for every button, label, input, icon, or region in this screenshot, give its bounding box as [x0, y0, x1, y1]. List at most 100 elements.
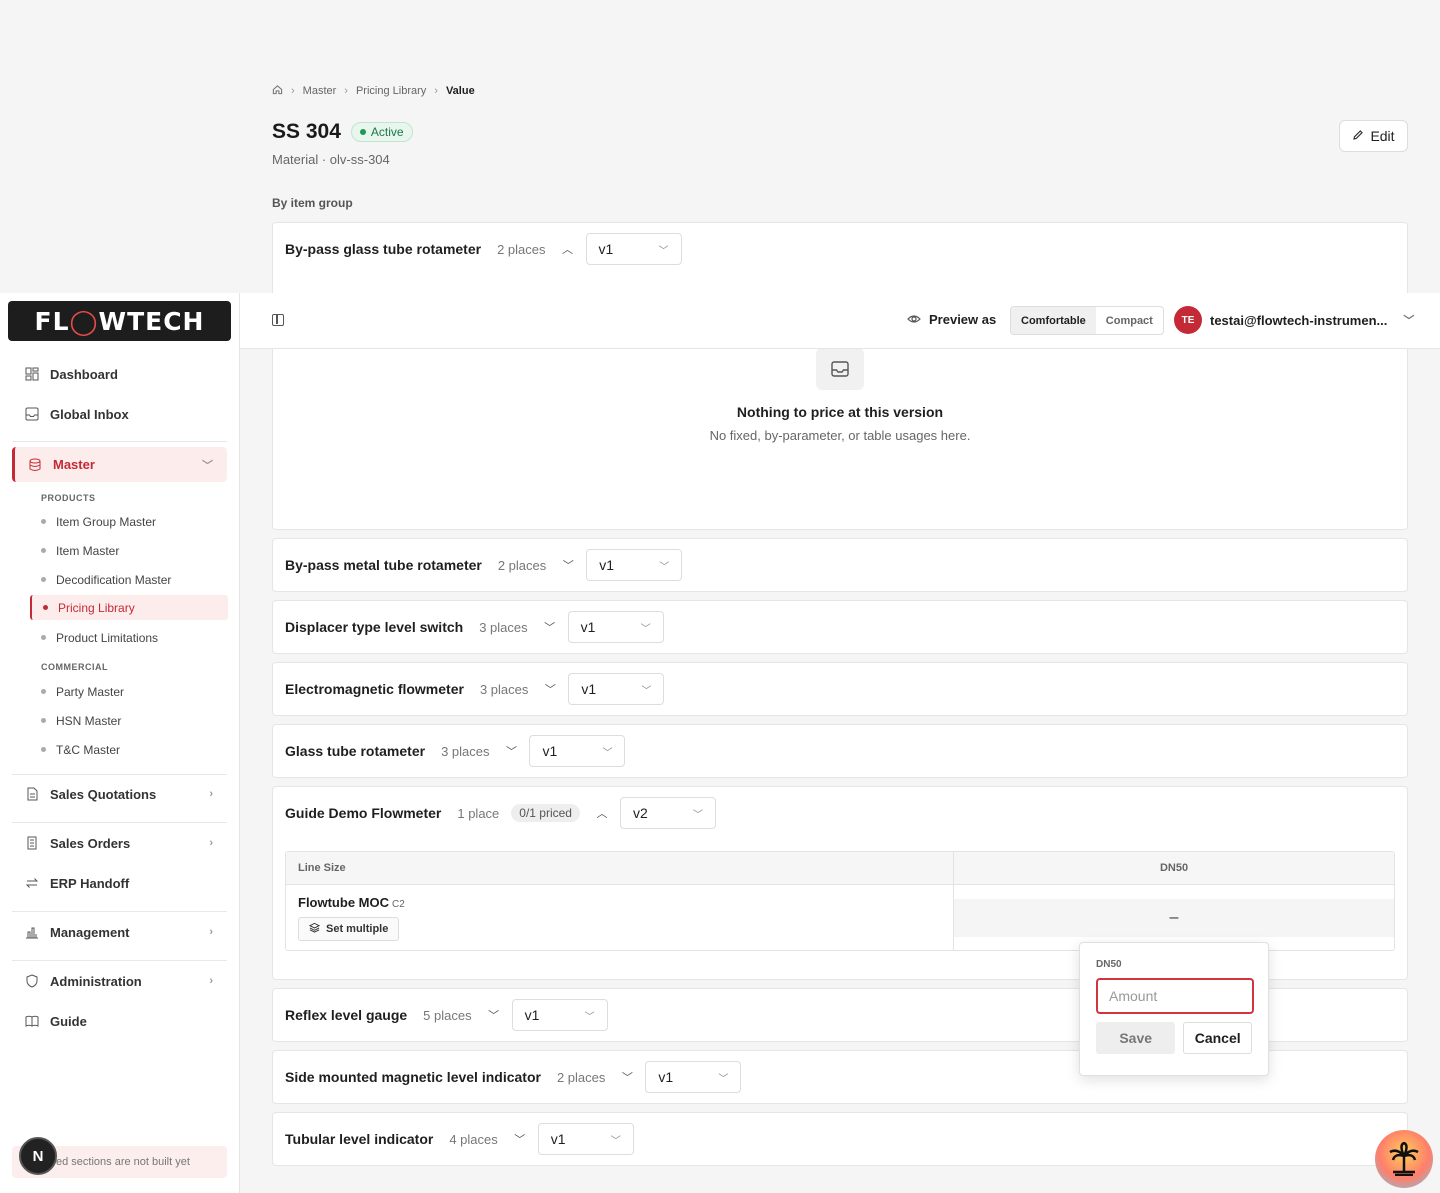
- group-name: Displacer type level switch: [285, 619, 464, 635]
- density-toggle: Comfortable Compact: [1010, 306, 1164, 335]
- version-select[interactable]: v1 ﹀: [511, 999, 608, 1031]
- breadcrumb-master[interactable]: Master: [303, 85, 337, 97]
- sidebar-subitem-item-group-master[interactable]: Item Group Master: [30, 509, 228, 534]
- version-select[interactable]: v1 ﹀: [645, 1061, 742, 1093]
- version-value: v1: [524, 1007, 540, 1023]
- density-compact[interactable]: Compact: [1096, 307, 1163, 334]
- version-value: v1: [598, 241, 614, 257]
- palm-tree-icon[interactable]: [1375, 1130, 1433, 1188]
- sidebar-subitem-pricing-library[interactable]: Pricing Library: [30, 595, 228, 620]
- sidebar-subitem-tc-master[interactable]: T&C Master: [30, 737, 228, 762]
- sidebar-item-sales-orders[interactable]: Sales Orders ›: [12, 827, 227, 859]
- chevron-right-icon: ›: [209, 837, 213, 849]
- version-select[interactable]: v1 ﹀: [568, 673, 665, 705]
- edit-button[interactable]: Edit: [1339, 120, 1408, 152]
- group-places: 3 places: [479, 681, 529, 697]
- save-button[interactable]: Save: [1096, 1022, 1176, 1054]
- products-header: PRODUCTS: [41, 493, 96, 503]
- sidebar-subitem-hsn-master[interactable]: HSN Master: [30, 708, 228, 733]
- preview-label: Preview as: [929, 312, 997, 327]
- sidebar-subitem-label: T&C Master: [56, 742, 121, 757]
- group-header[interactable]: Tubular level indicator 4 places ﹀ v1 ﹀: [273, 1113, 1407, 1165]
- chevron-down-icon: ﹀: [718, 1073, 729, 1085]
- sidebar-toggle-icon[interactable]: [272, 314, 284, 326]
- status-badge: Active: [350, 122, 413, 142]
- chevron-down-icon[interactable]: ﹀: [544, 621, 556, 634]
- cancel-button[interactable]: Cancel: [1183, 1022, 1252, 1054]
- group-header[interactable]: By-pass metal tube rotameter 2 places ﹀ …: [273, 539, 1407, 591]
- top-bar: Preview as Comfortable Compact TE testai…: [240, 293, 1440, 349]
- chevron-up-icon[interactable]: ︿: [562, 243, 574, 256]
- group-name: By-pass glass tube rotameter: [285, 241, 482, 257]
- sidebar-item-sales-quotations[interactable]: Sales Quotations ›: [12, 778, 227, 810]
- chevron-down-icon[interactable]: ﹀: [488, 1009, 500, 1022]
- sidebar-item-erp-handoff[interactable]: ERP Handoff: [12, 867, 227, 899]
- sidebar-subitem-product-limitations[interactable]: Product Limitations: [30, 625, 228, 650]
- table-row: Flowtube MOC C2 Set multiple –: [286, 885, 1394, 950]
- set-multiple-label: Set multiple: [326, 923, 389, 935]
- row-code: C2: [392, 899, 405, 910]
- group-header[interactable]: Displacer type level switch 3 places ﹀ v…: [273, 601, 1407, 653]
- sidebar-subitem-item-master[interactable]: Item Master: [30, 538, 228, 563]
- page-subtitle: Material · olv-ss-304: [272, 152, 390, 167]
- chevron-down-icon: ﹀: [584, 1011, 595, 1023]
- version-select[interactable]: v2 ﹀: [619, 797, 716, 829]
- group-name: Reflex level gauge: [285, 1007, 408, 1023]
- price-cell[interactable]: –: [954, 885, 1394, 950]
- group-header[interactable]: Electromagnetic flowmeter 3 places ﹀ v1 ﹀: [273, 663, 1407, 715]
- set-multiple-button[interactable]: Set multiple: [298, 917, 400, 941]
- version-value: v1: [542, 743, 558, 759]
- density-comfortable[interactable]: Comfortable: [1011, 307, 1096, 334]
- user-menu[interactable]: TE testai@flowtech-instrumen... ﹀: [1174, 306, 1414, 334]
- sidebar-item-administration[interactable]: Administration ›: [12, 965, 227, 997]
- group-name: Glass tube rotameter: [285, 743, 426, 759]
- flowtech-logo[interactable]: FL ◯ WTECH: [8, 301, 231, 341]
- version-select[interactable]: v1 ﹀: [586, 549, 683, 581]
- bullet-icon: [41, 577, 46, 582]
- chevron-down-icon[interactable]: ﹀: [544, 683, 556, 696]
- chevron-up-icon[interactable]: ︿: [596, 807, 608, 820]
- user-email: testai@flowtech-instrumen...: [1210, 312, 1388, 328]
- group-header[interactable]: By-pass glass tube rotameter 2 places ︿ …: [273, 223, 1407, 275]
- sidebar-divider: [12, 960, 227, 961]
- group-name: Tubular level indicator: [285, 1131, 434, 1147]
- sidebar-divider: [12, 441, 227, 442]
- chevron-right-icon: ›: [209, 926, 213, 938]
- chevron-right-icon: ›: [209, 975, 213, 987]
- home-icon[interactable]: [272, 84, 283, 98]
- group-header[interactable]: Guide Demo Flowmeter 1 place 0/1 priced …: [273, 787, 1407, 839]
- preview-as[interactable]: Preview as: [907, 312, 996, 327]
- sidebar-item-management[interactable]: Management ›: [12, 916, 227, 948]
- amount-input[interactable]: Amount: [1096, 978, 1254, 1014]
- chevron-down-icon[interactable]: ﹀: [621, 1071, 633, 1084]
- group-places: 5 places: [423, 1007, 472, 1023]
- group-header[interactable]: Glass tube rotameter 3 places ﹀ v1 ﹀: [273, 725, 1407, 777]
- chevron-right-icon: ›: [291, 85, 295, 97]
- breadcrumb: › Master › Pricing Library › Value: [272, 84, 475, 98]
- breadcrumb-pricing-library[interactable]: Pricing Library: [356, 85, 426, 97]
- sidebar-item-guide[interactable]: Guide: [12, 1005, 227, 1037]
- chevron-down-icon[interactable]: ﹀: [505, 745, 517, 758]
- sidebar-item-label: Management: [50, 924, 130, 940]
- sidebar-item-label: Sales Orders: [50, 835, 131, 851]
- sidebar-item-master[interactable]: Master ﹀: [12, 447, 227, 482]
- chevron-down-icon: ﹀: [1403, 315, 1415, 327]
- price-cell-value[interactable]: –: [954, 898, 1394, 937]
- version-select[interactable]: v1 ﹀: [537, 1123, 634, 1155]
- sidebar-subitem-party-master[interactable]: Party Master: [30, 679, 228, 704]
- version-select[interactable]: v1 ﹀: [567, 611, 664, 643]
- version-value: v1: [658, 1069, 674, 1085]
- chevron-down-icon[interactable]: ﹀: [514, 1133, 526, 1146]
- chevron-down-icon: ﹀: [602, 747, 613, 759]
- chevron-down-icon: ﹀: [610, 1135, 621, 1147]
- version-value: v1: [581, 681, 597, 697]
- version-select[interactable]: v1 ﹀: [585, 233, 682, 265]
- sidebar-subitem-decodification-master[interactable]: Decodification Master: [30, 567, 228, 592]
- version-select[interactable]: v1 ﹀: [529, 735, 626, 767]
- empty-state-subtitle: No fixed, by-parameter, or table usages …: [709, 428, 971, 443]
- chevron-down-icon[interactable]: ﹀: [562, 559, 574, 572]
- sidebar-item-global-inbox[interactable]: Global Inbox: [12, 398, 227, 430]
- sidebar-item-dashboard[interactable]: Dashboard: [12, 358, 227, 390]
- avatar: TE: [1174, 306, 1202, 334]
- n-badge[interactable]: N: [19, 1137, 57, 1175]
